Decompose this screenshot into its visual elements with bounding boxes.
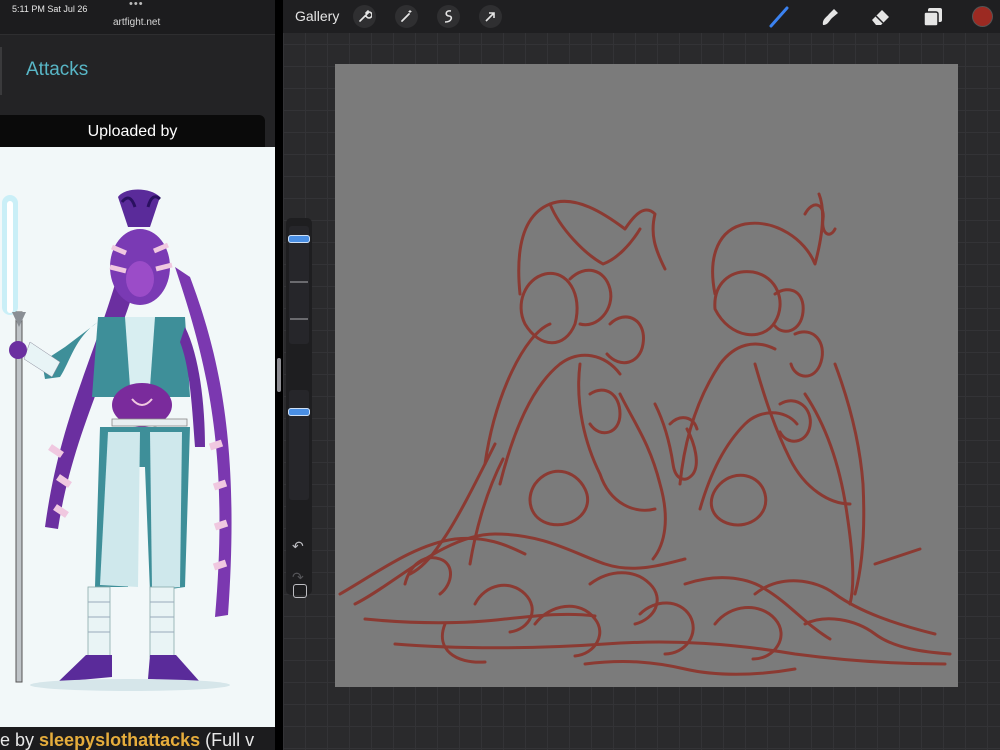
credit-suffix[interactable]: (Full v — [200, 730, 254, 750]
modifier-button[interactable] — [293, 584, 307, 598]
magic-wand-icon[interactable] — [395, 5, 418, 28]
brush-icon[interactable] — [767, 5, 791, 29]
layers-icon[interactable] — [921, 5, 945, 29]
opacity-slider[interactable] — [288, 390, 310, 500]
sketch-drawing — [338, 192, 952, 676]
artwork-image[interactable] — [0, 147, 275, 727]
procreate-sidebar: ↶ ↷ — [286, 218, 312, 598]
eraser-icon[interactable] — [869, 5, 893, 29]
drawing-canvas[interactable] — [335, 64, 958, 687]
tab-attacks[interactable]: Attacks — [26, 59, 88, 81]
opacity-knob[interactable] — [288, 408, 310, 416]
character-illustration — [2, 189, 232, 691]
color-swatch[interactable] — [973, 7, 992, 26]
size-tick — [290, 281, 308, 283]
multitask-dots-icon[interactable]: ••• — [129, 0, 144, 10]
smudge-icon[interactable] — [817, 5, 841, 29]
transform-arrow-icon[interactable] — [479, 5, 502, 28]
brush-size-knob[interactable] — [288, 235, 310, 243]
selection-icon[interactable] — [437, 5, 460, 28]
size-tick — [290, 318, 308, 320]
credit-prefix: e by — [0, 730, 40, 750]
brush-size-slider[interactable] — [288, 226, 310, 344]
gallery-button[interactable]: Gallery — [295, 8, 339, 24]
wrench-icon[interactable] — [353, 5, 376, 28]
status-time: 5:11 PM Sat Jul 26 — [12, 4, 88, 14]
tab-divider — [0, 47, 2, 95]
undo-icon[interactable]: ↶ — [292, 538, 304, 555]
image-credit: e by sleepyslothattacks (Full v — [0, 727, 275, 750]
status-bar: 5:11 PM Sat Jul 26 ••• artfight.net — [0, 0, 275, 34]
safari-split-view: 5:11 PM Sat Jul 26 ••• artfight.net Atta… — [0, 0, 275, 750]
address-bar-url[interactable]: artfight.net — [113, 17, 160, 28]
procreate-app: Gallery ↶ ↷ — [283, 0, 1000, 750]
redo-icon[interactable]: ↷ — [292, 569, 304, 586]
procreate-toolbar: Gallery — [283, 0, 1000, 33]
split-handle[interactable] — [277, 358, 281, 392]
site-header: Attacks Uploaded by sleepyslothattacks — [0, 34, 275, 179]
credit-user-link[interactable]: sleepyslothattacks — [39, 730, 200, 750]
split-view-divider[interactable] — [275, 0, 283, 750]
tooltip-line1: Uploaded by — [87, 123, 178, 140]
